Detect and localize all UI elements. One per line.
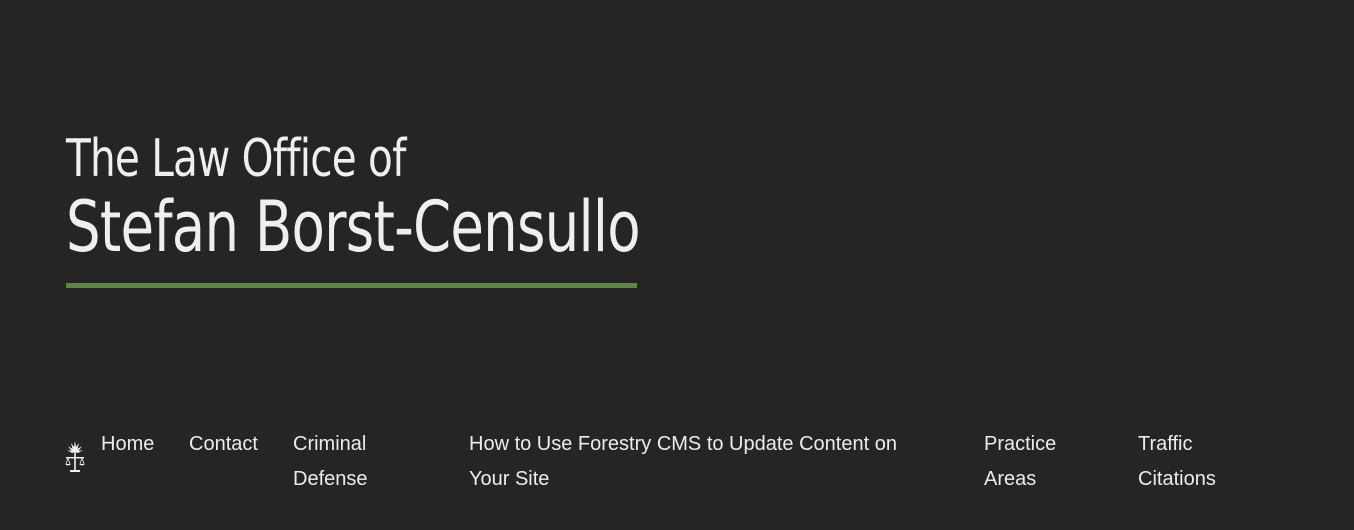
nav-home-link[interactable]: Home	[101, 427, 171, 462]
nav-practice-areas-link[interactable]: Practice Areas	[984, 427, 1094, 497]
site-title-name: Stefan Borst-Censullo	[66, 186, 641, 268]
nav-traffic-citations-link[interactable]: Traffic Citations	[1138, 427, 1258, 497]
site-title-prefix: The Law Office of	[66, 129, 406, 189]
scales-of-justice-tree-icon[interactable]	[64, 440, 86, 474]
title-underline	[66, 283, 637, 288]
nav-forestry-cms-link[interactable]: How to Use Forestry CMS to Update Conten…	[469, 427, 929, 497]
nav-criminal-defense-link[interactable]: Criminal Defense	[293, 427, 443, 497]
main-navigation: Home Contact Criminal Defense How to Use…	[0, 427, 1354, 507]
nav-contact-link[interactable]: Contact	[189, 427, 279, 462]
site-title: The Law Office of Stefan Borst-Censullo	[66, 126, 641, 268]
